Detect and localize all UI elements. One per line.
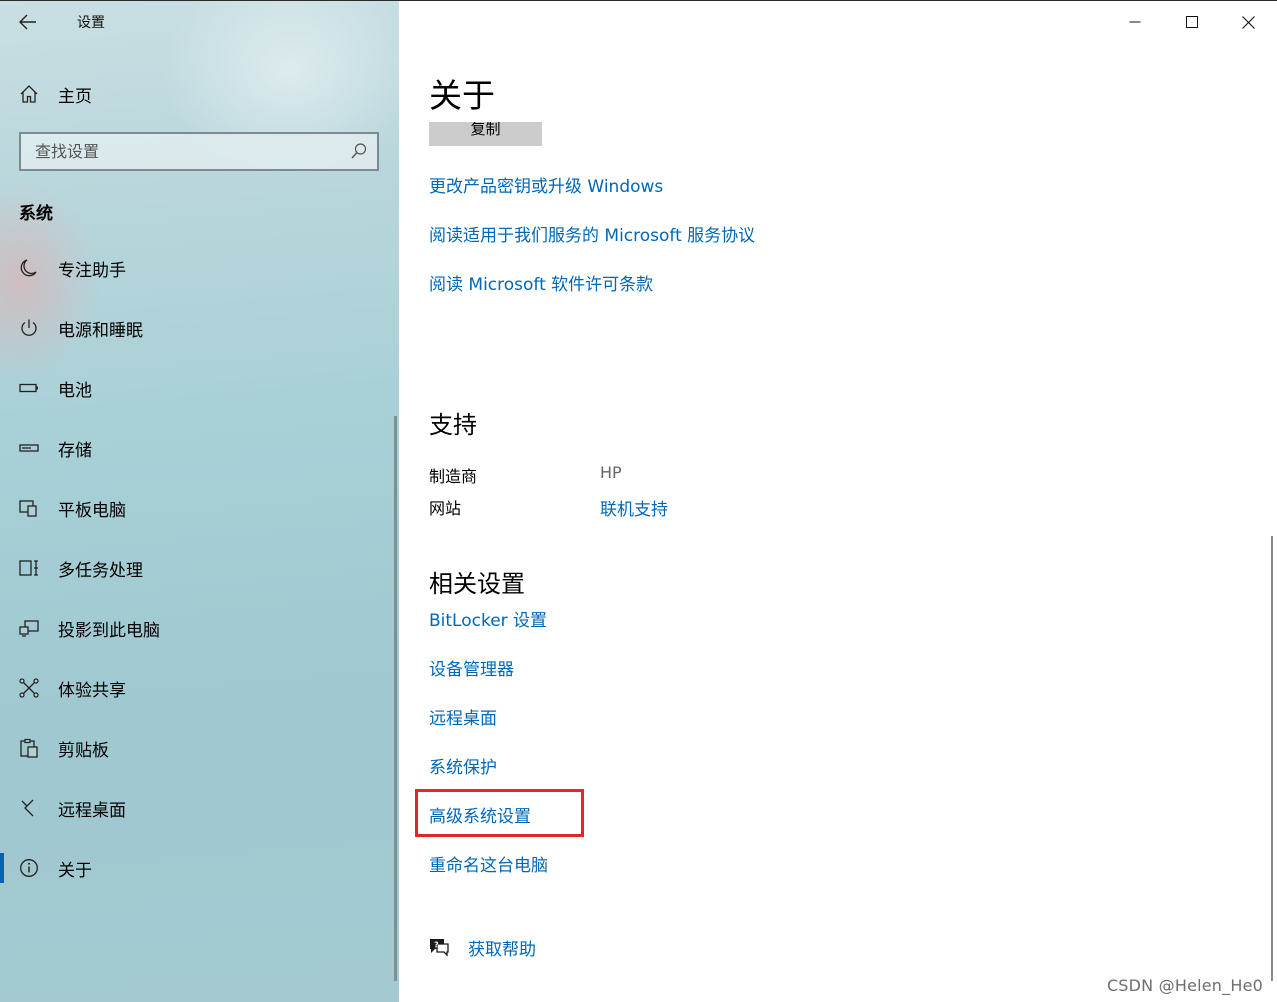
sidebar-item-label: 平板电脑 xyxy=(58,500,126,521)
sidebar-section-label: 系统 xyxy=(19,204,53,224)
main-scrollbar[interactable] xyxy=(1271,536,1273,981)
sidebar-item-label: 关于 xyxy=(58,860,92,881)
watermark: CSDN @Helen_He0 xyxy=(1106,976,1263,995)
search-input[interactable] xyxy=(21,134,341,169)
sidebar-item-storage[interactable]: 存储 xyxy=(0,418,399,478)
power-icon xyxy=(18,317,40,339)
sidebar-nav: 专注助手 电源和睡眠 电池 存储 平板电脑 多任务处理 投影到此电脑 体验共享 … xyxy=(0,238,399,898)
search-icon[interactable] xyxy=(350,142,368,160)
storage-icon xyxy=(18,437,40,459)
sidebar-item-shared-experiences[interactable]: 体验共享 xyxy=(0,658,399,718)
bitlocker-settings-link[interactable]: BitLocker 设置 xyxy=(429,606,547,631)
sidebar-item-clipboard[interactable]: 剪贴板 xyxy=(0,718,399,778)
project-icon xyxy=(18,617,40,639)
home-icon xyxy=(18,83,40,105)
search-box[interactable] xyxy=(19,132,379,171)
sidebar-item-label: 体验共享 xyxy=(58,680,126,701)
device-manager-link[interactable]: 设备管理器 xyxy=(429,655,514,680)
sidebar-item-about[interactable]: 关于 xyxy=(0,838,399,898)
services-agreement-link[interactable]: 阅读适用于我们服务的 Microsoft 服务协议 xyxy=(429,221,755,246)
maximize-icon xyxy=(1185,16,1198,28)
sidebar-item-label: 主页 xyxy=(58,86,92,107)
sidebar-item-battery[interactable]: 电池 xyxy=(0,358,399,418)
sidebar-item-multitasking[interactable]: 多任务处理 xyxy=(0,538,399,598)
sidebar-item-power-sleep[interactable]: 电源和睡眠 xyxy=(0,298,399,358)
advanced-system-settings-link[interactable]: 高级系统设置 xyxy=(429,802,531,827)
settings-window: 设置 主页 系统 xyxy=(0,0,1277,1002)
website-label: 网站 xyxy=(429,499,462,518)
online-support-link[interactable]: 联机支持 xyxy=(600,495,668,520)
support-heading: 支持 xyxy=(429,411,477,439)
sidebar-item-remote-desktop[interactable]: 远程桌面 xyxy=(0,778,399,838)
back-arrow-icon xyxy=(19,14,36,30)
website-row: 网站 联机支持 xyxy=(429,495,1029,520)
window-controls xyxy=(1106,1,1277,43)
manufacturer-row: 制造商 HP xyxy=(429,463,1029,487)
multitasking-icon xyxy=(18,557,40,579)
back-button[interactable] xyxy=(14,9,42,35)
system-protection-link[interactable]: 系统保护 xyxy=(429,753,497,778)
sidebar-item-label: 电池 xyxy=(58,380,92,401)
rename-pc-link[interactable]: 重命名这台电脑 xyxy=(429,851,548,876)
copy-button-label: 复制 xyxy=(470,122,501,138)
remote-desktop-icon xyxy=(18,797,40,819)
main-content: 关于 复制 更改产品密钥或升级 Windows 阅读适用于我们服务的 Micro… xyxy=(399,1,1277,1002)
clipboard-icon xyxy=(18,737,40,759)
sidebar-item-label: 电源和睡眠 xyxy=(58,320,143,341)
change-product-key-link[interactable]: 更改产品密钥或升级 Windows xyxy=(429,172,663,197)
sidebar-item-label: 远程桌面 xyxy=(58,800,126,821)
title-bar: 设置 xyxy=(0,1,399,43)
moon-icon xyxy=(18,257,40,279)
close-button[interactable] xyxy=(1220,1,1277,43)
sidebar-item-home[interactable]: 主页 xyxy=(0,73,399,115)
close-icon xyxy=(1242,15,1255,29)
get-help-row[interactable]: ? 获取帮助 xyxy=(428,933,536,961)
page-title: 关于 xyxy=(429,76,495,115)
battery-icon xyxy=(18,377,40,399)
minimize-button[interactable] xyxy=(1106,1,1163,43)
copy-button[interactable]: 复制 xyxy=(429,122,542,146)
sidebar-item-tablet[interactable]: 平板电脑 xyxy=(0,478,399,538)
sidebar-item-label: 多任务处理 xyxy=(58,560,143,581)
sidebar-scrollbar[interactable] xyxy=(394,416,397,981)
share-icon xyxy=(18,677,40,699)
get-help-link[interactable]: 获取帮助 xyxy=(468,935,536,960)
sidebar-item-label: 存储 xyxy=(58,440,92,461)
help-chat-icon: ? xyxy=(428,936,450,958)
sidebar: 设置 主页 系统 xyxy=(0,1,399,1002)
sidebar-item-label: 投影到此电脑 xyxy=(58,620,160,641)
related-settings-heading: 相关设置 xyxy=(429,570,525,598)
info-icon xyxy=(18,857,40,879)
manufacturer-value: HP xyxy=(600,463,622,482)
sidebar-item-focus-assist[interactable]: 专注助手 xyxy=(0,238,399,298)
svg-text:?: ? xyxy=(434,941,439,950)
app-title: 设置 xyxy=(77,15,105,31)
maximize-button[interactable] xyxy=(1163,1,1220,43)
sidebar-item-project[interactable]: 投影到此电脑 xyxy=(0,598,399,658)
manufacturer-label: 制造商 xyxy=(429,467,478,486)
sidebar-item-label: 剪贴板 xyxy=(58,740,109,761)
remote-desktop-link[interactable]: 远程桌面 xyxy=(429,704,497,729)
minimize-icon xyxy=(1129,21,1140,23)
tablet-icon xyxy=(18,497,40,519)
sidebar-item-label: 专注助手 xyxy=(58,260,126,281)
license-terms-link[interactable]: 阅读 Microsoft 软件许可条款 xyxy=(429,270,653,295)
